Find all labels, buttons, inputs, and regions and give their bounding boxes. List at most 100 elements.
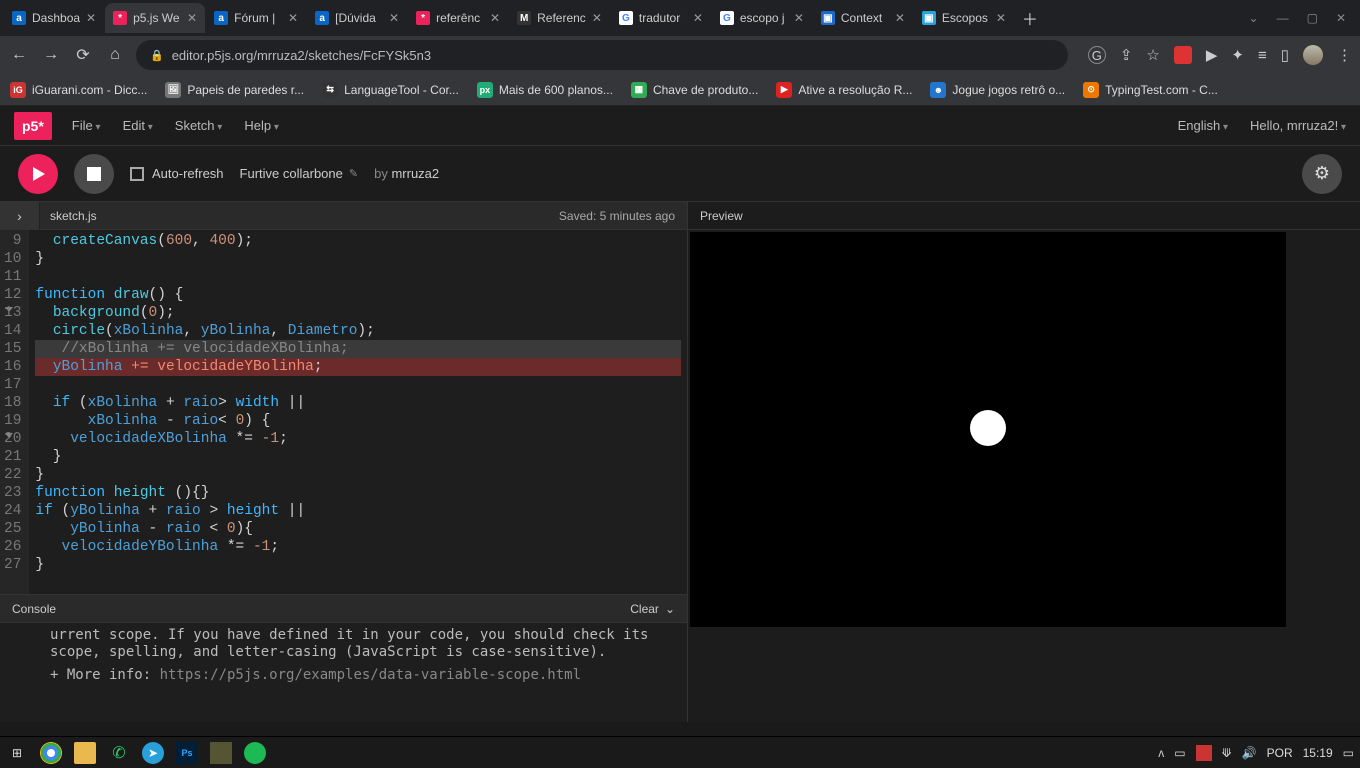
file-tab[interactable]: sketch.js [50, 209, 97, 223]
file-header: › sketch.js Saved: 5 minutes ago [0, 202, 687, 230]
browser-tab[interactable]: Gescopo j✕ [712, 3, 812, 33]
browser-tab[interactable]: ▣Context✕ [813, 3, 913, 33]
bookmark-item[interactable]: ▶Ative a resolução R... [776, 82, 912, 98]
notifications-icon[interactable]: ▭ [1343, 746, 1354, 760]
preview-header: Preview [688, 202, 1360, 230]
tray-expand-icon[interactable]: ʌ [1158, 746, 1164, 760]
language-selector[interactable]: English [1178, 118, 1228, 133]
tab-close-icon[interactable]: ✕ [693, 11, 703, 25]
star-icon[interactable]: ☆ [1146, 46, 1159, 64]
tab-close-icon[interactable]: ✕ [996, 11, 1006, 25]
security-icon[interactable] [1196, 745, 1212, 761]
bookmark-item[interactable]: ▦Chave de produto... [631, 82, 758, 98]
telegram-icon[interactable]: ➤ [142, 742, 164, 764]
url-field[interactable]: 🔒 editor.p5js.org/mrruza2/sketches/FcFYS… [136, 40, 1068, 70]
console-message: urrent scope. If you have defined it in … [50, 627, 675, 661]
profile-avatar-icon[interactable] [1303, 45, 1323, 65]
close-icon[interactable]: ✕ [1336, 11, 1346, 25]
console-label: Console [12, 602, 56, 616]
side-panel-icon[interactable]: ▯ [1281, 46, 1289, 64]
bookmark-item[interactable]: ⊙TypingTest.com - C... [1083, 82, 1218, 98]
tab-close-icon[interactable]: ✕ [389, 11, 399, 25]
play-button[interactable] [18, 154, 58, 194]
auto-refresh-toggle[interactable]: Auto-refresh [130, 166, 224, 181]
bookmark-item[interactable]: pxMais de 600 planos... [477, 82, 613, 98]
forward-button[interactable]: → [40, 46, 62, 64]
chevron-down-icon: ⌄ [665, 602, 675, 616]
console-output[interactable]: urrent scope. If you have defined it in … [0, 622, 687, 722]
tab-close-icon[interactable]: ✕ [187, 11, 197, 25]
tab-close-icon[interactable]: ✕ [490, 11, 500, 25]
reload-button[interactable]: ⟳ [72, 45, 94, 65]
maximize-icon[interactable]: ▢ [1307, 11, 1318, 25]
bookmarks-bar: iGiGuarani.com - Dicc... 🖼Papeis de pared… [0, 74, 1360, 106]
whatsapp-icon[interactable]: ✆ [108, 742, 130, 764]
lock-icon: 🔒 [150, 49, 164, 62]
clear-console-button[interactable]: Clear ⌄ [630, 602, 675, 616]
share-icon[interactable]: ⇪ [1120, 46, 1133, 64]
browser-tab[interactable]: aDashboa✕ [4, 3, 104, 33]
by-user[interactable]: mrruza2 [391, 166, 439, 181]
back-button[interactable]: ← [8, 46, 30, 64]
new-tab-button[interactable]: ＋ [1014, 6, 1046, 30]
extension-icon[interactable] [1174, 46, 1192, 64]
saved-status: Saved: 5 minutes ago [559, 209, 687, 223]
chrome-icon[interactable] [40, 742, 62, 764]
p5-toolbar: Auto-refresh Furtive collarbone ✎ by mrr… [0, 146, 1360, 202]
home-button[interactable]: ⌂ [104, 46, 126, 64]
bookmark-item[interactable]: ⇆LanguageTool - Cor... [322, 82, 459, 98]
sidebar-toggle-button[interactable]: › [0, 202, 40, 230]
extensions-icon[interactable]: ✦ [1231, 46, 1244, 64]
menu-edit[interactable]: Edit [123, 118, 153, 133]
reading-list-icon[interactable]: ≡ [1258, 47, 1267, 64]
language-indicator[interactable]: POR [1267, 746, 1293, 760]
preview-label: Preview [700, 209, 743, 223]
app-icon[interactable] [210, 742, 232, 764]
photoshop-icon[interactable]: Ps [176, 742, 198, 764]
sketch-name[interactable]: Furtive collarbone [240, 166, 343, 181]
console-link[interactable]: https://p5js.org/examples/data-variable-… [160, 667, 581, 683]
browser-tab[interactable]: *p5.js We✕ [105, 3, 205, 33]
wifi-icon[interactable]: ⟱ [1222, 746, 1232, 760]
console-header: Console Clear ⌄ [0, 594, 687, 622]
editor-pane: › sketch.js Saved: 5 minutes ago 9101112… [0, 202, 688, 722]
tab-close-icon[interactable]: ✕ [794, 11, 804, 25]
code-editor[interactable]: 9101112131415161718192021222324252627 cr… [0, 230, 687, 594]
browser-tab[interactable]: aFórum |✕ [206, 3, 306, 33]
settings-button[interactable]: ⚙ [1302, 154, 1342, 194]
browser-tab[interactable]: ▣Escopos✕ [914, 3, 1014, 33]
tab-close-icon[interactable]: ✕ [592, 11, 602, 25]
menu-sketch[interactable]: Sketch [175, 118, 223, 133]
tab-close-icon[interactable]: ✕ [895, 11, 905, 25]
tab-close-icon[interactable]: ✕ [288, 11, 298, 25]
bookmark-item[interactable]: ☻Jogue jogos retrô o... [930, 82, 1065, 98]
clock[interactable]: 15:19 [1303, 746, 1333, 760]
bookmark-item[interactable]: iGiGuarani.com - Dicc... [10, 82, 147, 98]
explorer-icon[interactable] [74, 742, 96, 764]
tab-close-icon[interactable]: ✕ [86, 11, 96, 25]
browser-tab[interactable]: a[Dúvida✕ [307, 3, 407, 33]
bookmark-item[interactable]: 🖼Papeis de paredes r... [165, 82, 304, 98]
browser-tab[interactable]: MReferenc✕ [509, 3, 610, 33]
user-menu[interactable]: Hello, mrruza2! [1250, 118, 1346, 133]
minimize-icon[interactable]: ― [1277, 11, 1289, 25]
stop-button[interactable] [74, 154, 114, 194]
media-icon[interactable]: ▶ [1206, 46, 1218, 64]
checkbox-icon[interactable] [130, 167, 144, 181]
browser-tab[interactable]: Gtradutor✕ [611, 3, 711, 33]
spotify-icon[interactable] [244, 742, 266, 764]
start-button[interactable]: ⊞ [6, 742, 28, 764]
battery-icon[interactable]: ▭ [1174, 746, 1185, 760]
volume-icon[interactable]: 🔊 [1242, 746, 1257, 760]
pencil-icon[interactable]: ✎ [349, 167, 358, 180]
auto-refresh-label: Auto-refresh [152, 166, 224, 181]
url-text: editor.p5js.org/mrruza2/sketches/FcFYSk5… [172, 48, 431, 63]
p5-logo[interactable]: p5* [14, 112, 52, 140]
console-more-info: + More info: https://p5js.org/examples/d… [50, 667, 675, 684]
translate-icon[interactable]: G [1088, 46, 1106, 64]
menu-file[interactable]: File [72, 118, 101, 133]
browser-tab[interactable]: *referênc✕ [408, 3, 508, 33]
chevron-down-icon[interactable]: ⌄ [1249, 11, 1259, 25]
menu-help[interactable]: Help [244, 118, 279, 133]
menu-icon[interactable]: ⋮ [1337, 46, 1352, 64]
